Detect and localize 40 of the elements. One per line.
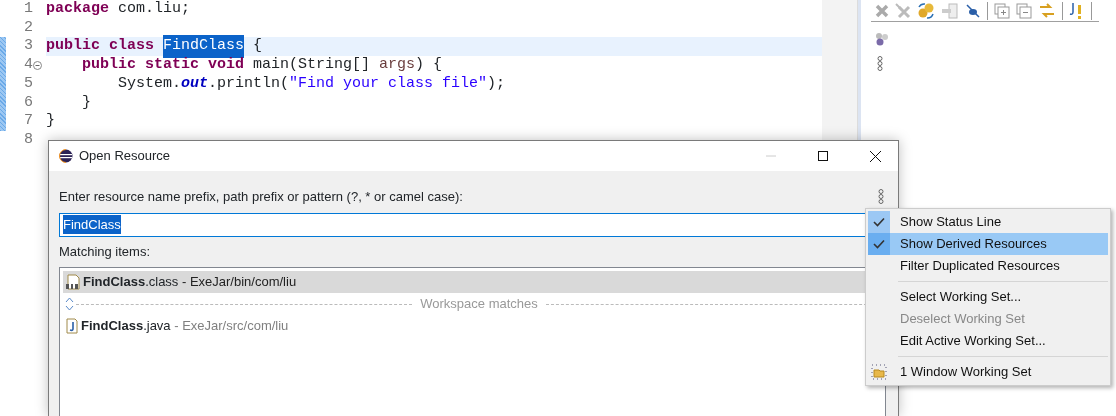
- expand-all-icon[interactable]: [994, 2, 1010, 19]
- menu-item[interactable]: 1 Window Working Set: [868, 361, 1108, 383]
- line-number: 2: [23, 17, 33, 38]
- gears-icon[interactable]: [917, 1, 935, 20]
- close-icon: [869, 150, 881, 162]
- working-set-icon: [871, 364, 887, 380]
- code-line: package com.liu;: [46, 0, 192, 19]
- line-number: 3: [23, 36, 33, 57]
- view-menu-icon[interactable]: [877, 56, 883, 71]
- servers-icon: [875, 32, 889, 46]
- line-number: 1: [23, 0, 33, 20]
- line-number: 7: [23, 111, 33, 132]
- class-file-icon: [65, 274, 81, 290]
- code-line: public static void main(String[] args) {: [81, 56, 444, 75]
- line-number: 8: [23, 129, 33, 150]
- code-line: }: [81, 93, 92, 113]
- collapse-icon[interactable]: [33, 60, 42, 70]
- remove-icon[interactable]: [875, 3, 889, 18]
- check-icon: [873, 217, 885, 227]
- check-icon: [873, 239, 885, 249]
- separator-label: Workspace matches: [419, 295, 539, 314]
- swap-arrows-icon[interactable]: [1038, 1, 1056, 20]
- collapse-all-icon[interactable]: [1016, 2, 1032, 19]
- line-number: 5: [23, 73, 33, 94]
- maximize-icon: [818, 151, 828, 161]
- line-number: 4: [23, 55, 33, 76]
- remove-all-icon[interactable]: [895, 2, 911, 19]
- line-number: 6: [23, 92, 33, 113]
- options-icon[interactable]: [878, 189, 884, 205]
- menu-item[interactable]: Show Derived Resources: [868, 233, 1108, 255]
- code-line: System.out.println("Find your class file");: [117, 74, 507, 94]
- matching-label: Matching items:: [59, 242, 151, 261]
- menu-item: Deselect Working Set: [899, 310, 1026, 329]
- code-line: }: [46, 112, 56, 131]
- java-file-icon: [65, 318, 79, 334]
- prompt-label: Enter resource name prefix, path prefix or pattern (?, * or camel case):: [59, 188, 463, 206]
- expand-collapse-icon[interactable]: [65, 296, 74, 312]
- window-title: Open Resource: [79, 147, 171, 166]
- link-icon[interactable]: [965, 2, 981, 19]
- eclipse-icon: [59, 149, 73, 163]
